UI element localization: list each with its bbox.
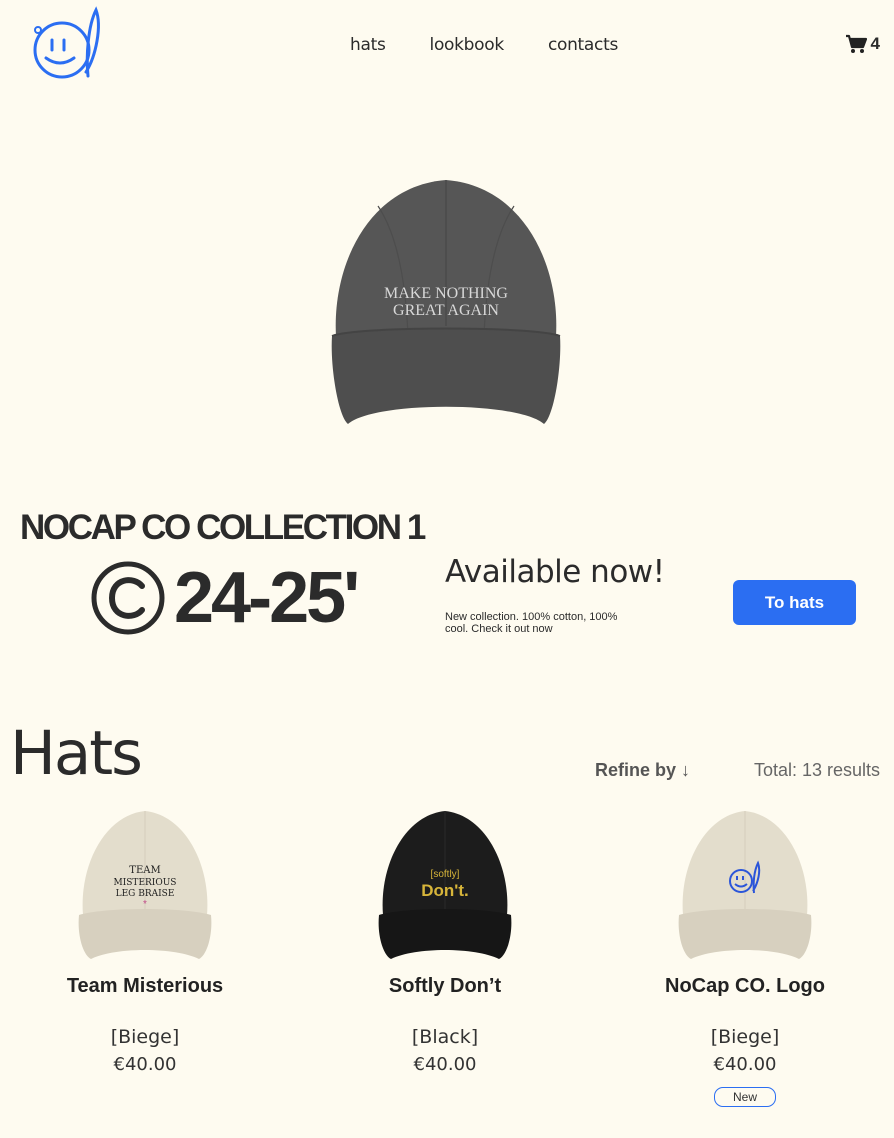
product-price: €40.00	[713, 1054, 777, 1075]
cap-print-line1: TEAM	[129, 865, 160, 876]
cap-print-line2: MISTERIOUS	[114, 878, 177, 888]
product-image-softly-dont: [softly] Don't.	[378, 811, 512, 959]
product-name[interactable]: Softly Don’t	[335, 975, 555, 998]
hero-cap-image: MAKE NOTHING GREAT AGAIN	[328, 176, 564, 428]
product-card-nocap-logo[interactable]: NoCap CO. Logo [Biege] €40.00 New	[635, 805, 855, 1107]
cart-count: 4	[870, 34, 880, 53]
new-badge: New	[713, 1087, 776, 1107]
product-variant: [Biege]	[710, 1026, 780, 1048]
nav-contacts[interactable]: contacts	[548, 35, 618, 55]
total-results: Total: 13 results	[753, 760, 880, 780]
available-description: New collection. 100% cotton, 100% cool. …	[445, 611, 618, 635]
cap-asterisk: *	[143, 899, 147, 910]
cap-print-softly: [softly]	[431, 869, 460, 880]
product-name[interactable]: Team Misterious	[35, 975, 255, 998]
logo[interactable]	[30, 6, 102, 82]
refine-by-dropdown[interactable]: Refine by ↓	[595, 760, 690, 781]
product-name[interactable]: NoCap CO. Logo	[635, 975, 855, 998]
cart-icon	[845, 34, 867, 53]
main-nav: hats lookbook contacts	[350, 35, 618, 55]
copyright-icon	[91, 561, 165, 635]
to-hats-button[interactable]: To hats	[733, 580, 856, 625]
nav-hats[interactable]: hats	[350, 35, 386, 55]
hats-heading: Hats	[10, 718, 143, 789]
collection-year-text: 24-25'	[174, 558, 360, 638]
hero-cap-print-line2: GREAT AGAIN	[393, 302, 499, 319]
cap-print-line3: LEG BRAISE	[116, 889, 175, 899]
available-heading: Available now!	[445, 554, 665, 590]
nav-lookbook[interactable]: lookbook	[430, 35, 505, 55]
product-image-team-misterious: TEAM MISTERIOUS LEG BRAISE *	[78, 811, 212, 959]
product-card-team-misterious[interactable]: TEAM MISTERIOUS LEG BRAISE * Team Mister…	[35, 805, 255, 1075]
product-variant: [Biege]	[110, 1026, 180, 1048]
collection-title: NOCAP CO COLLECTION 1	[20, 508, 426, 547]
cap-print-dont: Don't.	[421, 881, 468, 900]
product-price: €40.00	[113, 1054, 177, 1075]
hero-cap-print-line1: MAKE NOTHING	[384, 285, 508, 302]
product-price: €40.00	[413, 1054, 477, 1075]
collection-year: 24-25'	[90, 558, 360, 638]
cart-button[interactable]: 4	[845, 34, 880, 54]
product-card-softly-dont[interactable]: [softly] Don't. Softly Don’t [Black] €40…	[335, 805, 555, 1075]
product-image-nocap-logo	[678, 811, 812, 959]
product-variant: [Black]	[411, 1026, 479, 1048]
